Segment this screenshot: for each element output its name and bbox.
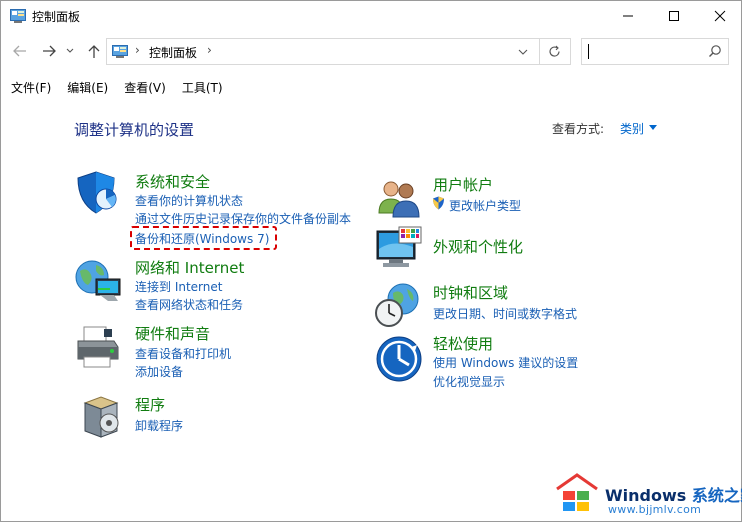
chevron-down-icon[interactable] [649, 125, 657, 130]
address-dropdown-button[interactable] [510, 39, 536, 64]
link-file-history-backup[interactable]: 通过文件历史记录保存你的文件备份副本 [135, 210, 351, 227]
window-title: 控制面板 [32, 10, 81, 24]
windows-logo-watermark [556, 473, 598, 511]
category-title-network-internet[interactable]: 网络和 Internet [135, 257, 244, 278]
up-arrow-icon [88, 45, 100, 58]
category-title-hardware-sound[interactable]: 硬件和声音 [135, 323, 210, 344]
minimize-icon [623, 15, 633, 17]
highlight-box [130, 226, 277, 250]
view-by-label: 查看方式: [552, 122, 605, 136]
maximize-button[interactable] [651, 1, 697, 31]
refresh-button[interactable] [539, 39, 569, 64]
programs-icon[interactable] [81, 393, 129, 441]
link-devices-printers[interactable]: 查看设备和打印机 [135, 345, 231, 362]
up-button[interactable] [83, 39, 105, 63]
chevron-down-icon [518, 49, 528, 55]
uac-shield-icon [433, 196, 444, 210]
control-panel-window: 控制面板 › 控制面板 › 文件(F) 编辑(E) 查看(V) 工具(T) 调整… [0, 0, 742, 522]
category-title-ease-of-access[interactable]: 轻松使用 [433, 333, 493, 354]
chevron-down-icon [66, 48, 74, 53]
close-icon [714, 10, 726, 22]
navigation-bar: › 控制面板 › [1, 34, 741, 70]
link-view-computer-status[interactable]: 查看你的计算机状态 [135, 192, 243, 209]
monitor-palette-icon[interactable] [375, 225, 423, 273]
link-change-account-type[interactable]: 更改帐户类型 [449, 197, 521, 214]
recent-locations-button[interactable] [63, 39, 77, 63]
menu-edit[interactable]: 编辑(E) [67, 77, 108, 97]
page-title: 调整计算机的设置 [74, 121, 195, 139]
link-add-device[interactable]: 添加设备 [135, 363, 183, 380]
forward-button[interactable] [38, 39, 60, 63]
category-title-user-accounts[interactable]: 用户帐户 [433, 174, 493, 195]
clock-globe-icon[interactable] [373, 281, 421, 329]
menu-file[interactable]: 文件(F) [11, 77, 51, 97]
menu-tools[interactable]: 工具(T) [182, 77, 223, 97]
link-optimize-visual-display[interactable]: 优化视觉显示 [433, 373, 505, 390]
address-bar[interactable]: › 控制面板 › [106, 38, 571, 65]
link-change-date-time-format[interactable]: 更改日期、时间或数字格式 [433, 305, 577, 322]
category-title-system-security[interactable]: 系统和安全 [135, 171, 210, 192]
refresh-icon [549, 45, 560, 57]
watermark-url: www.bjjmlv.com [608, 503, 702, 516]
control-panel-icon [10, 9, 26, 23]
link-windows-suggested-settings[interactable]: 使用 Windows 建议的设置 [433, 354, 578, 371]
ease-of-access-icon[interactable] [375, 335, 423, 383]
category-title-appearance[interactable]: 外观和个性化 [433, 236, 523, 257]
minimize-button[interactable] [605, 1, 651, 31]
search-icon[interactable] [708, 44, 722, 58]
close-button[interactable] [697, 1, 742, 31]
globe-network-icon[interactable] [74, 257, 122, 305]
link-uninstall-program[interactable]: 卸载程序 [135, 417, 183, 434]
forward-arrow-icon [43, 45, 56, 57]
shield-icon[interactable] [74, 169, 122, 217]
menu-view[interactable]: 查看(V) [124, 77, 166, 97]
breadcrumb-control-panel[interactable]: 控制面板 [149, 44, 197, 61]
view-by-dropdown[interactable]: 类别 [620, 120, 644, 137]
breadcrumb-separator[interactable]: › [207, 43, 212, 57]
back-arrow-icon [13, 45, 26, 57]
menu-bar: 文件(F) 编辑(E) 查看(V) 工具(T) [1, 77, 741, 97]
maximize-icon [669, 11, 679, 21]
search-box[interactable] [581, 38, 729, 65]
title-bar: 控制面板 [1, 1, 741, 31]
back-button[interactable] [9, 39, 31, 63]
link-network-status[interactable]: 查看网络状态和任务 [135, 296, 243, 313]
text-cursor [588, 44, 589, 59]
category-title-programs[interactable]: 程序 [135, 394, 165, 415]
category-title-clock-region[interactable]: 时钟和区域 [433, 282, 508, 303]
link-connect-internet[interactable]: 连接到 Internet [135, 278, 222, 295]
control-panel-icon [112, 45, 128, 58]
printer-icon[interactable] [74, 323, 122, 371]
users-icon[interactable] [375, 175, 423, 223]
breadcrumb-separator[interactable]: › [135, 43, 140, 57]
